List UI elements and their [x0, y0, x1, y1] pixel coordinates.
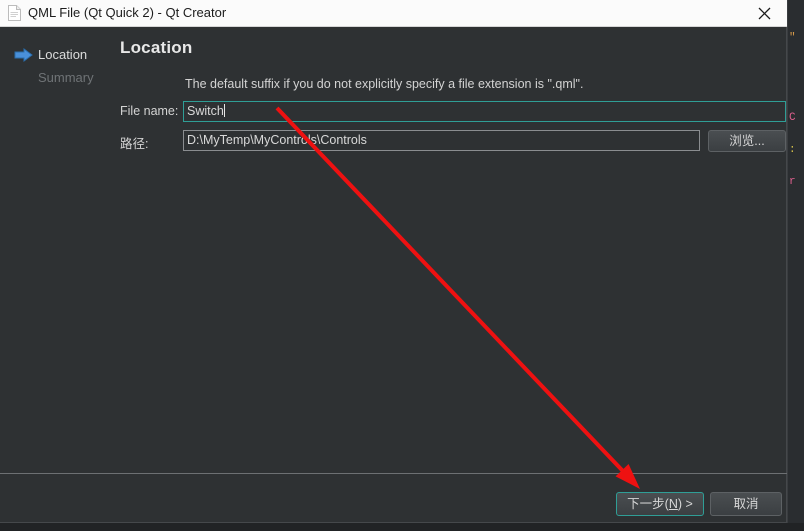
next-button-suffix: ) > — [677, 497, 693, 511]
sidebar-item-label: Summary — [38, 70, 94, 85]
next-button[interactable]: 下一步(N) > — [616, 492, 704, 516]
code-line: C — [789, 112, 796, 124]
wizard-step-list: Location Summary — [0, 27, 110, 473]
text-caret — [223, 104, 225, 117]
new-file-wizard-dialog: QML File (Qt Quick 2) - Qt Creator Locat… — [0, 0, 787, 523]
code-line: " — [789, 32, 796, 44]
path-label: 路径: — [120, 137, 149, 151]
editor-code-lines: " C : r — [789, 30, 804, 190]
dialog-titlebar: QML File (Qt Quick 2) - Qt Creator — [0, 0, 787, 27]
close-icon[interactable] — [745, 0, 783, 26]
file-name-label: File name: — [120, 104, 179, 118]
page-title: Location — [120, 38, 193, 57]
sidebar-item-label: Location — [38, 47, 88, 62]
window-title: QML File (Qt Quick 2) - Qt Creator — [28, 5, 227, 20]
next-button-accelerator: N — [668, 497, 678, 511]
cancel-button[interactable]: 取消 — [710, 492, 782, 516]
bottom-strip — [0, 523, 804, 531]
browse-button[interactable]: 浏览... — [708, 130, 786, 152]
code-line: : — [789, 144, 796, 156]
sidebar-item-location[interactable]: Location — [14, 46, 87, 64]
code-line: r — [789, 176, 796, 188]
next-button-prefix: 下一步( — [627, 497, 669, 511]
file-name-value: Switch — [187, 104, 224, 118]
blue-right-arrow-icon — [14, 48, 34, 62]
path-value: D:\MyTemp\MyControls\Controls — [187, 133, 367, 147]
document-icon — [8, 5, 21, 21]
footer-separator — [0, 473, 787, 474]
screen-root: " C : r QML File (Qt Quick 2) - Qt Creat… — [0, 0, 804, 531]
suffix-hint-text: The default suffix if you do not explici… — [185, 77, 584, 91]
path-input[interactable]: D:\MyTemp\MyControls\Controls — [183, 130, 700, 151]
sidebar-item-summary[interactable]: Summary — [14, 69, 94, 87]
file-name-input[interactable]: Switch — [183, 101, 786, 122]
